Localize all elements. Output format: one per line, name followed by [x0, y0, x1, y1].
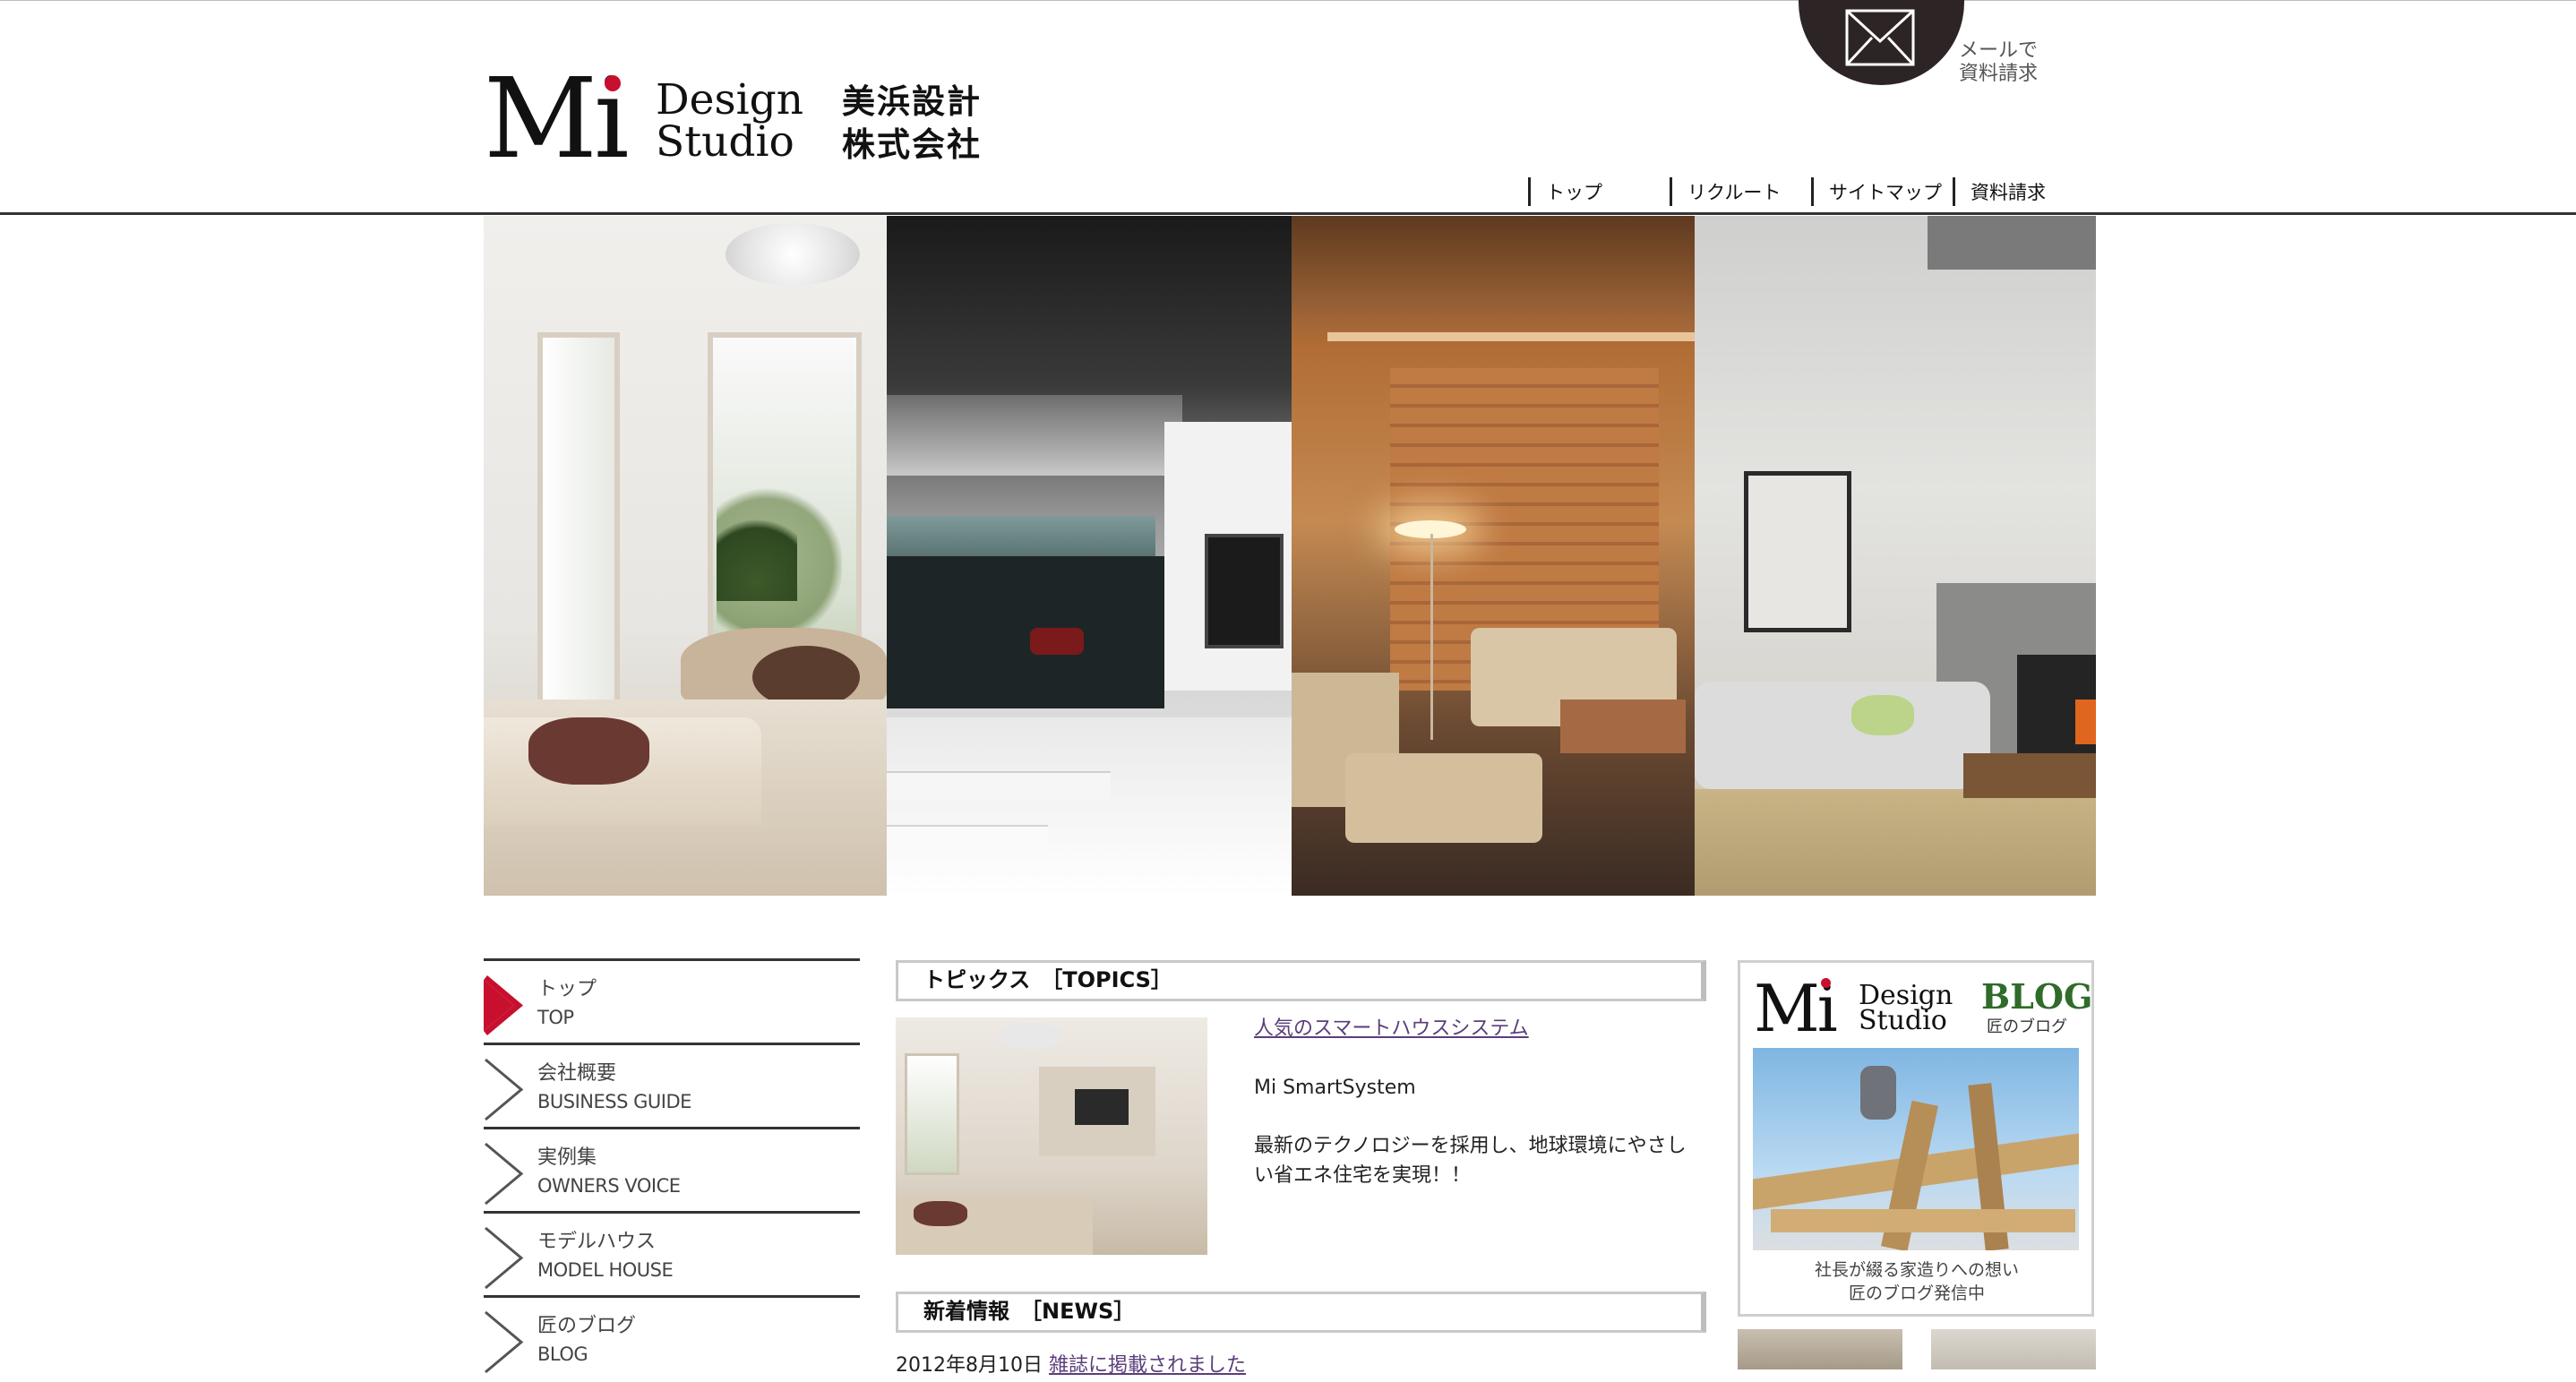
side-menu-item-blog[interactable]: 匠のブログ BLOG [484, 1295, 860, 1382]
side-menu-item-model-house[interactable]: モデルハウス MODEL HOUSE [484, 1211, 860, 1298]
chevron-right-icon [485, 1310, 524, 1374]
news-heading: 新着情報 ［NEWS］ [923, 1299, 1136, 1324]
chevron-right-icon [484, 975, 523, 1035]
logo-design-studio: Design Studio [656, 75, 804, 167]
hero-panel-bedroom [484, 216, 887, 896]
hero-panel-wood [1292, 216, 1695, 896]
side-menu-item-business-guide[interactable]: 会社概要 BUSINESS GUIDE [484, 1043, 860, 1129]
hero-panel-modern [887, 216, 1292, 896]
logo-mi: Mi [484, 55, 630, 184]
banner-thumbnail[interactable] [1738, 1329, 1902, 1369]
news-heading-bar: 新着情報 ［NEWS］ [896, 1292, 1706, 1333]
news-item: 2012年8月10日 雑誌に掲載されました [896, 1352, 1246, 1379]
news-date: 2012年8月10日 [896, 1354, 1043, 1377]
side-menu-label-en: BLOG [537, 1343, 588, 1365]
logo-company-name: 美浜設計 株式会社 [842, 82, 982, 164]
side-menu-label-ja: 匠のブログ [537, 1315, 637, 1337]
side-menu-label-en: TOP [537, 1007, 574, 1028]
logo-dot [605, 75, 621, 91]
side-menu-label-ja: 会社概要 [537, 1062, 617, 1085]
news-link[interactable]: 雑誌に掲載されました [1049, 1354, 1246, 1377]
chevron-right-icon [485, 1226, 524, 1290]
topic-body: 最新のテクノロジーを採用し、地球環境にやさしい省エネ住宅を実現！！ [1254, 1135, 1687, 1187]
header-divider [0, 212, 2576, 215]
blog-title: BLOG [1981, 976, 2093, 1017]
banner-thumbnail[interactable] [1931, 1329, 2096, 1369]
blog-caption: 社長が綴る家造りへの想い 匠のブログ発信中 [1814, 1260, 2019, 1303]
side-menu-label-ja: トップ [537, 978, 597, 1000]
topics-heading-bar: トピックス ［TOPICS］ [896, 960, 1706, 1001]
topic-thumbnail[interactable] [896, 1017, 1207, 1255]
topics-heading: トピックス ［TOPICS］ [923, 967, 1172, 992]
nav-top[interactable]: トップ [1528, 177, 1602, 206]
side-menu-label-ja: モデルハウス [537, 1231, 657, 1253]
mail-request-label[interactable]: メールで 資料請求 [1959, 39, 2038, 86]
chevron-right-icon [485, 1058, 524, 1121]
side-menu-label-en: MODEL HOUSE [537, 1259, 674, 1281]
side-menu-item-top[interactable]: トップ TOP [484, 958, 860, 1045]
site-logo[interactable]: Mi Design Studio 美浜設計 株式会社 [484, 55, 985, 184]
blog-logo-design-studio: Design Studio [1859, 980, 1953, 1036]
nav-request[interactable]: 資料請求 [1953, 177, 2046, 206]
hero-banner [484, 216, 2096, 896]
hero-panel-grey [1695, 216, 2096, 896]
blog-photo [1753, 1048, 2079, 1250]
side-menu-item-owners-voice[interactable]: 実例集 OWNERS VOICE [484, 1127, 860, 1214]
side-menu-label-en: BUSINESS GUIDE [537, 1091, 691, 1112]
chevron-right-icon [485, 1142, 524, 1206]
blog-subtitle: 匠のブログ [1987, 1017, 2067, 1036]
topic-link[interactable]: 人気のスマートハウスシステム [1254, 1016, 1529, 1043]
side-menu-label-en: OWNERS VOICE [537, 1175, 681, 1197]
nav-sitemap[interactable]: サイトマップ [1811, 177, 1942, 206]
blog-logo-dot [1821, 978, 1831, 988]
envelope-icon[interactable] [1845, 9, 1915, 66]
top-border [0, 0, 2576, 1]
nav-recruit[interactable]: リクルート [1670, 177, 1781, 206]
side-menu-label-ja: 実例集 [537, 1146, 597, 1169]
topic-subtitle: Mi SmartSystem [1254, 1077, 1416, 1099]
